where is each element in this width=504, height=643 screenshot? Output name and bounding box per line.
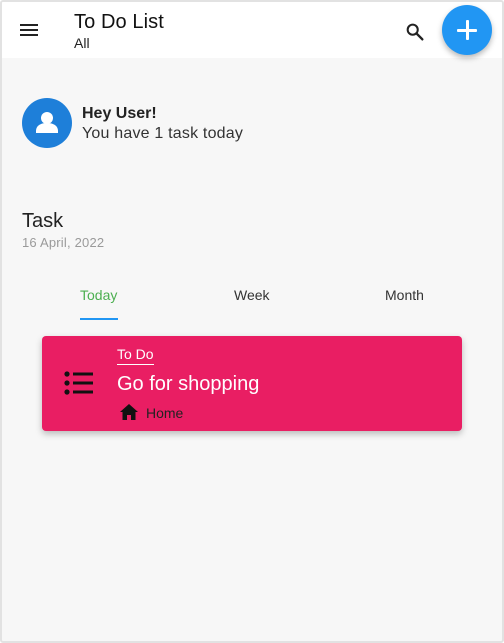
app-frame: To Do List All Hey User! You have 1 task… bbox=[0, 0, 504, 643]
person-icon bbox=[36, 112, 58, 133]
tab-indicator bbox=[80, 318, 118, 320]
menu-icon[interactable] bbox=[20, 21, 40, 39]
app-title: To Do List bbox=[74, 11, 164, 33]
greeting-message: You have 1 task today bbox=[82, 125, 244, 142]
tab-month[interactable]: Month bbox=[385, 287, 424, 303]
task-title: Go for shopping bbox=[117, 373, 260, 395]
section-date: 16 April, 2022 bbox=[22, 235, 105, 250]
filter-subtitle: All bbox=[74, 35, 90, 51]
tab-today[interactable]: Today bbox=[80, 287, 117, 303]
tab-week[interactable]: Week bbox=[234, 287, 270, 303]
add-task-button[interactable] bbox=[442, 5, 492, 55]
avatar bbox=[22, 98, 72, 148]
home-icon bbox=[120, 404, 138, 420]
greeting-heading: Hey User! bbox=[82, 105, 157, 122]
task-category: Home bbox=[146, 405, 184, 421]
task-status: To Do bbox=[117, 346, 154, 365]
app-bar: To Do List All bbox=[2, 2, 502, 58]
task-card[interactable]: To Do Go for shopping Home bbox=[42, 336, 462, 431]
list-icon bbox=[64, 371, 93, 395]
search-icon[interactable] bbox=[404, 21, 426, 43]
section-title: Task bbox=[22, 210, 64, 232]
